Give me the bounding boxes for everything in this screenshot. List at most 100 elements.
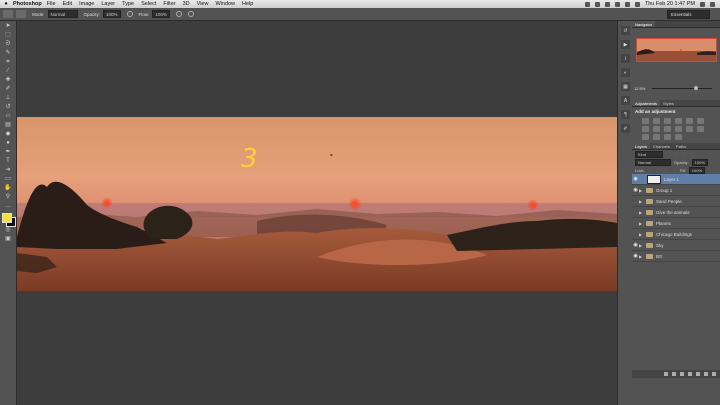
invert-icon[interactable] xyxy=(697,126,704,132)
tab-navigator[interactable]: Navigator xyxy=(632,21,656,27)
lock-transparent-icon[interactable] xyxy=(647,167,653,173)
group-name[interactable]: Sand People xyxy=(656,199,682,204)
photo-filter-icon[interactable] xyxy=(664,126,671,132)
healing-brush-tool-icon[interactable]: ✚ xyxy=(4,77,12,84)
list-icon[interactable] xyxy=(710,1,715,7)
quick-mask-icon[interactable]: ◎ xyxy=(4,227,12,234)
visibility-eye-icon[interactable]: ◉ xyxy=(632,176,639,182)
color-lookup-icon[interactable] xyxy=(686,126,693,132)
group-name[interactable]: Give the animals xyxy=(656,210,690,215)
blend-mode-select[interactable]: Normal xyxy=(635,158,671,166)
layer-name[interactable]: Layer 1 xyxy=(664,177,679,182)
group-expand-icon[interactable]: ▶ xyxy=(639,243,644,248)
new-adjustment-icon[interactable] xyxy=(688,372,692,376)
group-name[interactable]: Group 1 xyxy=(656,188,672,193)
channel-mixer-icon[interactable] xyxy=(675,126,682,132)
brightness-icon[interactable] xyxy=(642,118,649,124)
new-layer-icon[interactable] xyxy=(704,372,708,376)
wifi-icon[interactable] xyxy=(614,1,620,7)
brush-tool-icon[interactable]: ✐ xyxy=(4,86,12,93)
shape-filter-icon[interactable] xyxy=(690,151,695,157)
menu-type[interactable]: Type xyxy=(122,1,134,7)
group-expand-icon[interactable]: ▶ xyxy=(639,210,644,215)
type-tool-icon[interactable]: T xyxy=(4,158,12,165)
group-row[interactable]: ▶ Chicago Buildings xyxy=(632,229,720,240)
brush-preset-icon[interactable] xyxy=(3,10,13,18)
pen-tool-icon[interactable]: ✒ xyxy=(4,149,12,156)
pressure-size-icon[interactable] xyxy=(187,11,194,17)
lock-position-icon[interactable] xyxy=(663,167,669,173)
opacity-field[interactable]: 100% xyxy=(103,10,121,18)
link-layers-icon[interactable] xyxy=(664,372,668,376)
exposure-icon[interactable] xyxy=(675,118,682,124)
flow-field[interactable]: 100% xyxy=(152,10,170,18)
bluetooth-icon[interactable] xyxy=(604,1,610,7)
screen-mode-icon[interactable]: ▣ xyxy=(4,236,12,243)
paragraph-panel-icon[interactable]: ¶ xyxy=(621,110,630,119)
add-mask-icon[interactable] xyxy=(680,372,684,376)
threshold-icon[interactable] xyxy=(653,134,660,140)
color-balance-icon[interactable] xyxy=(642,126,649,132)
menu-edit[interactable]: Edit xyxy=(63,1,72,7)
zoom-tool-icon[interactable]: ⚲ xyxy=(4,194,12,201)
group-name[interactable]: Chicago Buildings xyxy=(656,232,692,237)
crop-tool-icon[interactable]: ⌗ xyxy=(4,59,12,66)
lasso-tool-icon[interactable]: ᘐ xyxy=(4,41,12,48)
tab-adjustments[interactable]: Adjustments xyxy=(632,100,661,106)
history-panel-icon[interactable]: ↺ xyxy=(621,26,630,35)
navigator-zoom-value[interactable]: 12.5% xyxy=(634,86,645,91)
dodge-tool-icon[interactable]: ● xyxy=(4,140,12,147)
panorama-image[interactable]: 3 xyxy=(17,117,617,291)
menu-layer[interactable]: Layer xyxy=(101,1,115,7)
adjustment-filter-icon[interactable] xyxy=(674,151,679,157)
menubar-clock[interactable]: Thu Feb 20 1:47 PM xyxy=(645,1,695,7)
eraser-tool-icon[interactable]: ▱ xyxy=(4,113,12,120)
type-filter-icon[interactable] xyxy=(682,151,687,157)
color-swatches[interactable] xyxy=(2,213,16,227)
layer-row[interactable]: ◉ Layer 1 xyxy=(632,174,720,185)
visibility-eye-icon[interactable]: ◉ xyxy=(632,187,639,193)
group-row[interactable]: ◉ ▶ BG xyxy=(632,251,720,262)
new-group-icon[interactable] xyxy=(696,372,700,376)
lock-image-icon[interactable] xyxy=(655,167,661,173)
trash-icon[interactable] xyxy=(712,372,716,376)
selective-color-icon[interactable] xyxy=(675,134,682,140)
layer-kind-filter[interactable]: Kind xyxy=(635,150,663,158)
group-row[interactable]: ▶ Planets xyxy=(632,218,720,229)
tab-paths[interactable]: Paths xyxy=(673,143,689,149)
gradient-tool-icon[interactable]: ▤ xyxy=(4,122,12,129)
menu-view[interactable]: View xyxy=(197,1,209,7)
zoom-slider-handle[interactable] xyxy=(694,86,698,90)
gradient-map-icon[interactable] xyxy=(664,134,671,140)
character-panel-icon[interactable]: A xyxy=(621,96,630,105)
mode-select[interactable]: Normal xyxy=(47,10,78,18)
clone-stamp-tool-icon[interactable]: ⊥ xyxy=(4,95,12,102)
black-white-icon[interactable] xyxy=(653,126,660,132)
menu-3d[interactable]: 3D xyxy=(183,1,190,7)
menu-window[interactable]: Window xyxy=(215,1,235,7)
more-tools-icon[interactable]: … xyxy=(4,203,12,210)
document-canvas[interactable]: 3 xyxy=(17,21,617,405)
group-expand-icon[interactable]: ▶ xyxy=(639,254,644,259)
menu-filter[interactable]: Filter xyxy=(163,1,175,7)
group-row[interactable]: ▶ Sand People xyxy=(632,196,720,207)
group-name[interactable]: BG xyxy=(656,254,663,259)
apple-menu-icon[interactable]: ● xyxy=(2,1,10,7)
posterize-icon[interactable] xyxy=(642,134,649,140)
tab-channels[interactable]: Channels xyxy=(650,143,673,149)
blur-tool-icon[interactable]: ◆ xyxy=(4,131,12,138)
brush-panel-icon[interactable] xyxy=(16,10,26,18)
tab-styles[interactable]: Styles xyxy=(660,100,677,106)
pressure-opacity-icon[interactable] xyxy=(126,11,133,17)
workspace-select[interactable]: Essentials xyxy=(667,10,710,19)
info-panel-icon[interactable]: i xyxy=(621,54,630,63)
app-menu[interactable]: Photoshop xyxy=(13,1,42,7)
group-name[interactable]: Sky xyxy=(656,243,664,248)
volume-icon[interactable] xyxy=(624,1,630,7)
group-row[interactable]: ▶ Give the animals xyxy=(632,207,720,218)
navigator-thumbnail[interactable] xyxy=(636,38,717,62)
move-tool-icon[interactable]: ➤ xyxy=(4,23,12,30)
brush-panel-icon-strip[interactable]: ✐ xyxy=(621,124,630,133)
color-panel-icon[interactable]: ◐ xyxy=(621,68,630,77)
group-name[interactable]: Planets xyxy=(656,221,671,226)
